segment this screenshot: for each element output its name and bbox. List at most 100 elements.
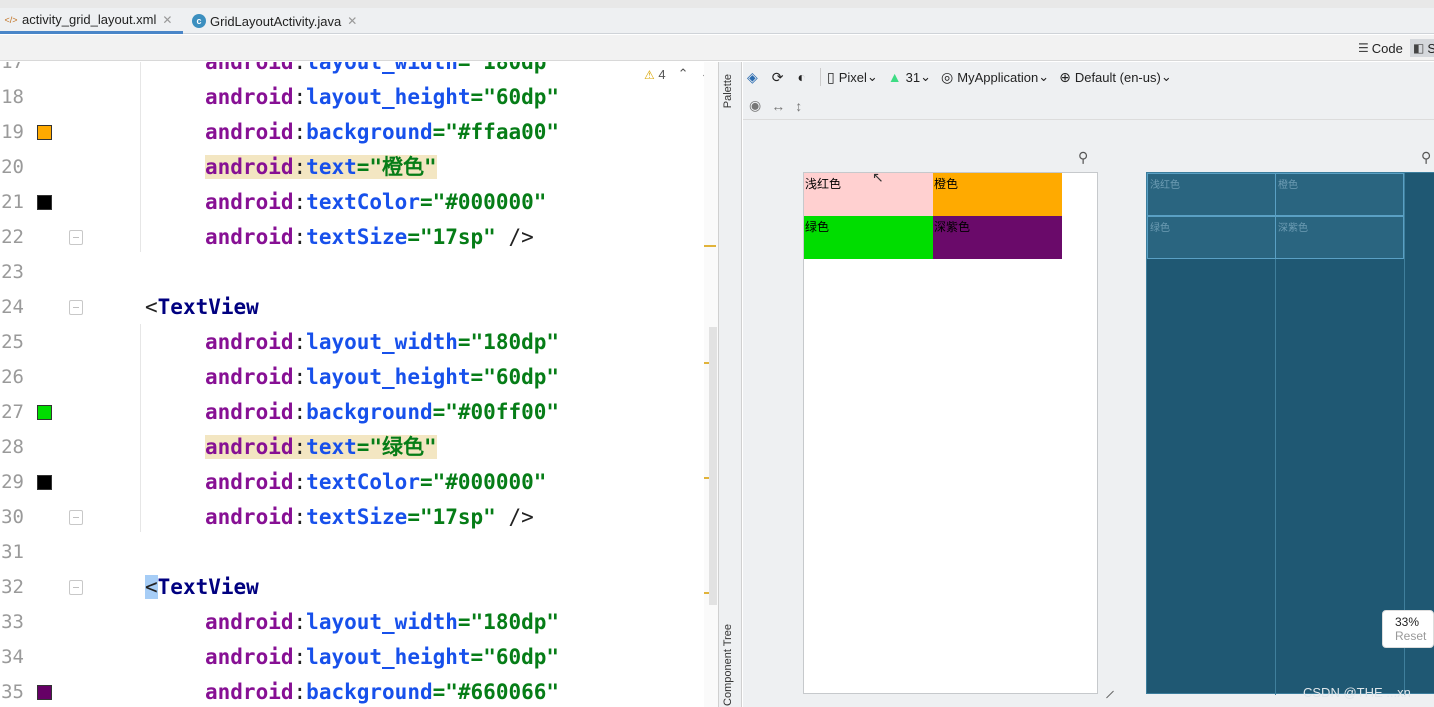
preview-cell-dark-purple[interactable]: 深紫色 bbox=[933, 216, 1062, 259]
code-editor[interactable]: 17 android:layout_width="180dp" 18 android:… bbox=[0, 62, 718, 707]
code-line[interactable]: 32 <TextView bbox=[0, 570, 718, 605]
horizontal-arrows-icon[interactable]: ↔ bbox=[771, 98, 785, 114]
design-panel: ◈ ⟳ ◐ ▯ Pixel ⌄ ▲ 31 ⌄ ◎ MyApplication ⌄ ⊕ Defa… bbox=[743, 62, 1434, 707]
close-icon[interactable]: ✕ bbox=[347, 14, 357, 28]
code-line[interactable]: 19 android:background="#ffaa00" bbox=[0, 115, 718, 150]
code-line[interactable]: 27 android:background="#00ff00" bbox=[0, 395, 718, 430]
code-line[interactable]: 23 bbox=[0, 255, 718, 290]
phone-icon: ▯ bbox=[826, 68, 835, 85]
eye-icon[interactable]: ◉ bbox=[749, 97, 761, 114]
code-line[interactable]: 29 android:textColor="#000000" bbox=[0, 465, 718, 500]
color-swatch-icon[interactable] bbox=[37, 195, 52, 210]
api-level-select[interactable]: ▲ 31 ⌄ bbox=[888, 69, 931, 85]
code-line[interactable]: 31 bbox=[0, 535, 718, 570]
color-swatch-icon[interactable] bbox=[37, 475, 52, 490]
resize-handle[interactable] bbox=[1106, 690, 1114, 699]
blueprint-cell[interactable]: 深紫色 bbox=[1275, 216, 1404, 259]
blueprint-cell[interactable]: 绿色 bbox=[1147, 216, 1276, 259]
pin-icon[interactable]: ⚲ bbox=[1078, 149, 1088, 166]
code-token: : bbox=[293, 62, 307, 74]
tab-grid-layout-activity[interactable]: c GridLayoutActivity.java ✕ bbox=[192, 8, 357, 34]
preview-cell-light-red[interactable]: 浅红色 bbox=[804, 173, 933, 216]
orientation-button[interactable]: ⟳ bbox=[772, 69, 788, 86]
cell-label: 橙色 bbox=[934, 177, 959, 191]
code-line[interactable]: 18 android:layout_height="60dp" bbox=[0, 80, 718, 115]
java-class-icon: c bbox=[192, 14, 206, 28]
warning-marker[interactable] bbox=[704, 245, 716, 247]
split-mode-button[interactable]: ◧ S bbox=[1410, 39, 1434, 57]
code-mode-label: Code bbox=[1371, 40, 1403, 56]
vertical-arrows-icon[interactable]: ↕ bbox=[795, 98, 802, 114]
error-stripe[interactable] bbox=[704, 62, 718, 707]
code-token: < bbox=[145, 295, 158, 319]
code-token: : bbox=[293, 680, 307, 704]
code-line[interactable]: 17 android:layout_width="180dp" bbox=[0, 62, 718, 80]
code-token: layout_width bbox=[306, 330, 458, 354]
preview-cell-orange[interactable]: 橙色 bbox=[933, 173, 1062, 216]
code-token: android bbox=[205, 470, 294, 494]
split-view-icon: ◧ bbox=[1413, 41, 1425, 55]
code-line[interactable]: 28 android:text="绿色" bbox=[0, 430, 718, 465]
code-line[interactable]: 22 android:textSize="17sp" /> bbox=[0, 220, 718, 255]
preview-cell-green[interactable]: 绿色 bbox=[804, 216, 933, 259]
code-token: ="#000000" bbox=[419, 470, 547, 494]
code-token: : bbox=[293, 85, 307, 109]
zoom-reset[interactable]: Reset bbox=[1395, 629, 1433, 643]
code-token: android bbox=[205, 645, 294, 669]
design-preview[interactable]: 浅红色 橙色 绿色 深紫色 ↖ bbox=[803, 169, 1098, 694]
cell-label: 绿色 bbox=[805, 220, 830, 234]
line-number: 33 bbox=[1, 611, 24, 633]
warning-icon: ⚠ bbox=[644, 67, 655, 82]
code-line[interactable]: 33 android:layout_width="180dp" bbox=[0, 605, 718, 640]
fold-marker-icon[interactable] bbox=[69, 230, 83, 245]
line-number: 19 bbox=[1, 121, 24, 143]
line-number: 18 bbox=[1, 86, 24, 108]
code-line[interactable]: 26 android:layout_height="60dp" bbox=[0, 360, 718, 395]
code-line[interactable]: 25 android:layout_width="180dp" bbox=[0, 325, 718, 360]
device-select[interactable]: ▯ Pixel ⌄ bbox=[827, 69, 878, 86]
inspection-widget[interactable]: ⚠ 4 ⌃ ⌄ bbox=[644, 66, 711, 82]
fold-marker-icon[interactable] bbox=[69, 580, 83, 595]
scrollbar-thumb[interactable] bbox=[709, 327, 717, 605]
line-number: 32 bbox=[1, 576, 24, 598]
pin-icon[interactable]: ⚲ bbox=[1421, 149, 1431, 166]
code-token: ="60dp" bbox=[470, 645, 560, 669]
cell-label: 深紫色 bbox=[1278, 223, 1308, 234]
code-line[interactable]: 24 <TextView bbox=[0, 290, 718, 325]
tab-activity-grid-layout[interactable]: </> activity_grid_layout.xml ✕ bbox=[0, 8, 183, 34]
code-token: android bbox=[205, 225, 294, 249]
blueprint-cell[interactable]: 橙色 bbox=[1275, 173, 1404, 216]
fold-marker-icon[interactable] bbox=[69, 510, 83, 525]
color-swatch-icon[interactable] bbox=[37, 125, 52, 140]
code-token: android bbox=[205, 85, 294, 109]
blueprint-cell[interactable]: 浅红色 bbox=[1147, 173, 1276, 216]
warning-count[interactable]: ⚠ 4 bbox=[644, 67, 666, 82]
code-token: : bbox=[293, 365, 307, 389]
menu-strip bbox=[0, 0, 1434, 8]
night-mode-button[interactable]: ◐ bbox=[798, 69, 810, 85]
close-icon[interactable]: ✕ bbox=[162, 13, 172, 27]
code-token: ="180dp" bbox=[457, 62, 560, 74]
fold-marker-icon[interactable] bbox=[69, 300, 83, 315]
theme-select[interactable]: ◎ MyApplication ⌄ bbox=[941, 69, 1049, 86]
editor-tabs: </> activity_grid_layout.xml ✕ c GridLay… bbox=[0, 8, 1434, 34]
code-mode-button[interactable]: ☰ Code bbox=[1358, 39, 1403, 57]
code-token: ="60dp" bbox=[470, 85, 560, 109]
code-text: android:background="#660066" bbox=[205, 675, 559, 707]
code-line[interactable]: 34 android:layout_height="60dp" bbox=[0, 640, 718, 675]
code-line[interactable]: 21 android:textColor="#000000" bbox=[0, 185, 718, 220]
layers-button[interactable]: ◈ bbox=[747, 69, 762, 86]
line-number: 24 bbox=[1, 296, 24, 318]
locale-select[interactable]: ⊕ Default (en-us) ⌄ bbox=[1059, 69, 1172, 86]
code-token: layout_height bbox=[306, 85, 471, 109]
code-token: : bbox=[293, 505, 307, 529]
color-swatch-icon[interactable] bbox=[37, 685, 52, 700]
code-line[interactable]: 20 android:text="橙色" bbox=[0, 150, 718, 185]
component-tree-tab[interactable]: Component Tree bbox=[722, 624, 734, 706]
code-line[interactable]: 35 android:background="#660066" bbox=[0, 675, 718, 707]
chevron-up-icon[interactable]: ⌃ bbox=[678, 66, 689, 82]
color-swatch-icon[interactable] bbox=[37, 405, 52, 420]
code-line[interactable]: 30 android:textSize="17sp" /> bbox=[0, 500, 718, 535]
zoom-indicator[interactable]: 33% Reset bbox=[1382, 610, 1434, 648]
palette-tab[interactable]: Palette bbox=[722, 74, 734, 108]
